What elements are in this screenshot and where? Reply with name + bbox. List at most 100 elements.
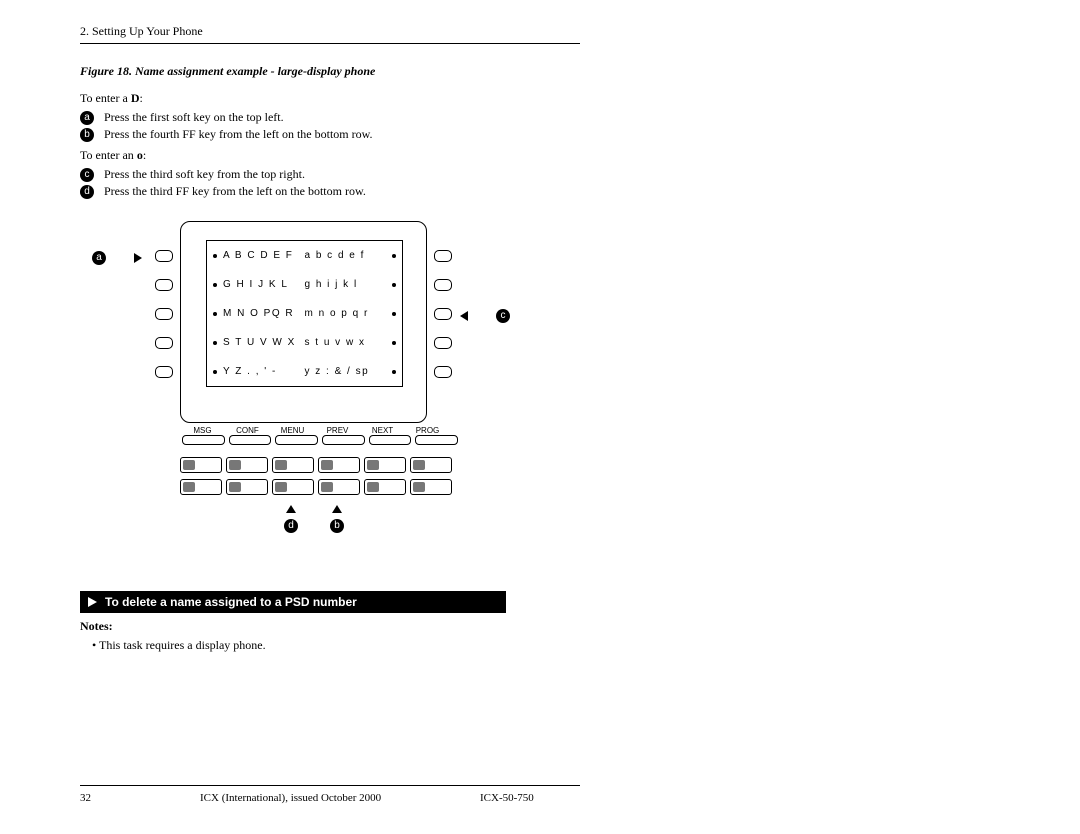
fn-label-conf: CONF — [225, 426, 270, 435]
dot-icon — [213, 312, 217, 316]
lcd-row-3: M N O PQ Rm n o p q r — [207, 299, 402, 328]
callout-c-marker: c — [496, 309, 510, 323]
fn-key[interactable] — [322, 435, 365, 445]
lcd-row-2-left: G H I J K L — [223, 279, 305, 290]
notes-label: Notes: — [80, 619, 580, 634]
callout-c: c — [460, 309, 510, 323]
lcd-row-4-left: S T U V W X — [223, 337, 305, 348]
softkey-right-3[interactable] — [434, 308, 452, 320]
note-item: This task requires a display phone. — [92, 638, 580, 653]
section-heading-bar: To delete a name assigned to a PSD numbe… — [80, 591, 506, 613]
ff-key[interactable] — [226, 479, 268, 495]
ff-key[interactable] — [318, 457, 360, 473]
ff-key[interactable] — [364, 457, 406, 473]
running-header: 2. Setting Up Your Phone — [80, 24, 580, 43]
lcd-row-2: G H I J K Lg h i j k l — [207, 270, 402, 299]
dot-icon — [213, 254, 217, 258]
fn-key[interactable] — [229, 435, 272, 445]
step-c-marker: c — [80, 168, 94, 182]
ff-key[interactable] — [410, 457, 452, 473]
step-a-text: Press the first soft key on the top left… — [104, 110, 284, 125]
ff-key[interactable] — [226, 457, 268, 473]
dot-icon — [392, 370, 396, 374]
lcd-row-5-right: y z : & / sp — [305, 366, 387, 377]
dot-icon — [392, 254, 396, 258]
softkey-right-2[interactable] — [434, 279, 452, 291]
footer-center: ICX (International), issued October 2000 — [200, 792, 480, 804]
fn-label-prog: PROG — [405, 426, 450, 435]
dot-icon — [213, 283, 217, 287]
step-a-marker: a — [80, 111, 94, 125]
step-c-text: Press the third soft key from the top ri… — [104, 167, 305, 182]
ff-key[interactable] — [364, 479, 406, 495]
lcd-row-1-right: a b c d e f — [305, 250, 387, 261]
step-d-marker: d — [80, 185, 94, 199]
ff-key[interactable] — [180, 457, 222, 473]
softkey-right-5[interactable] — [434, 366, 452, 378]
section-heading-text: To delete a name assigned to a PSD numbe… — [105, 595, 357, 609]
enter-o-line: To enter an o: — [80, 148, 580, 163]
fn-label-menu: MENU — [270, 426, 315, 435]
lcd-row-1-left: A B C D E F — [223, 250, 305, 261]
dot-icon — [392, 283, 396, 287]
callout-d-marker: d — [284, 519, 298, 533]
ff-key[interactable] — [410, 479, 452, 495]
enter-d-prefix: To enter a — [80, 91, 131, 105]
step-b-text: Press the fourth FF key from the left on… — [104, 127, 373, 142]
callout-d: d — [284, 505, 298, 533]
step-a: a Press the first soft key on the top le… — [80, 110, 580, 125]
figure-caption: Figure 18. Name assignment example - lar… — [80, 64, 580, 79]
fn-label-prev: PREV — [315, 426, 360, 435]
enter-o-suffix: : — [143, 148, 146, 162]
fn-key[interactable] — [415, 435, 458, 445]
fn-key[interactable] — [275, 435, 318, 445]
footer-doc-code: ICX-50-750 — [480, 792, 580, 804]
lcd-screen: A B C D E Fa b c d e f G H I J K Lg h i … — [206, 240, 403, 387]
ff-key[interactable] — [318, 479, 360, 495]
lcd-row-3-right: m n o p q r — [305, 308, 387, 319]
softkey-left-2[interactable] — [155, 279, 173, 291]
enter-d-line: To enter a D: — [80, 91, 580, 106]
enter-d-suffix: : — [139, 91, 142, 105]
lcd-row-5: Y Z . , ' -y z : & / sp — [207, 357, 402, 386]
fn-label-msg: MSG — [180, 426, 225, 435]
lcd-row-4-right: s t u v w x — [305, 337, 387, 348]
ff-key[interactable] — [180, 479, 222, 495]
function-keys — [180, 435, 460, 445]
phone-diagram: a c A B C D E Fa b c d e f G H I J K Lg … — [140, 221, 480, 581]
fn-key[interactable] — [369, 435, 412, 445]
step-c: c Press the third soft key from the top … — [80, 167, 580, 182]
fn-key[interactable] — [182, 435, 225, 445]
callout-a-marker: a — [92, 251, 106, 265]
dot-icon — [213, 341, 217, 345]
lcd-row-4: S T U V W Xs t u v w x — [207, 328, 402, 357]
softkey-left-4[interactable] — [155, 337, 173, 349]
ff-key[interactable] — [272, 457, 314, 473]
lcd-row-2-right: g h i j k l — [305, 279, 387, 290]
softkey-left-5[interactable] — [155, 366, 173, 378]
step-d-text: Press the third FF key from the left on … — [104, 184, 366, 199]
dot-icon — [392, 341, 396, 345]
function-labels: MSG CONF MENU PREV NEXT PROG — [180, 426, 460, 435]
softkey-right-1[interactable] — [434, 250, 452, 262]
dot-icon — [213, 370, 217, 374]
softkey-left-1[interactable] — [155, 250, 173, 262]
fn-label-next: NEXT — [360, 426, 405, 435]
lcd-row-5-left: Y Z . , ' - — [223, 366, 305, 377]
triangle-icon — [88, 597, 97, 607]
step-d: d Press the third FF key from the left o… — [80, 184, 580, 199]
softkey-left-3[interactable] — [155, 308, 173, 320]
lcd-row-1: A B C D E Fa b c d e f — [207, 241, 402, 270]
screen-frame: A B C D E Fa b c d e f G H I J K Lg h i … — [180, 221, 427, 423]
page-footer: 32 ICX (International), issued October 2… — [80, 785, 580, 804]
dot-icon — [392, 312, 396, 316]
softkey-right-4[interactable] — [434, 337, 452, 349]
ff-key-grid — [180, 457, 452, 495]
ff-key[interactable] — [272, 479, 314, 495]
callout-a: a — [92, 251, 142, 265]
step-b: b Press the fourth FF key from the left … — [80, 127, 580, 142]
callout-b: b — [330, 505, 344, 533]
enter-o-prefix: To enter an — [80, 148, 137, 162]
header-rule — [80, 43, 580, 44]
lcd-row-3-left: M N O PQ R — [223, 308, 305, 319]
